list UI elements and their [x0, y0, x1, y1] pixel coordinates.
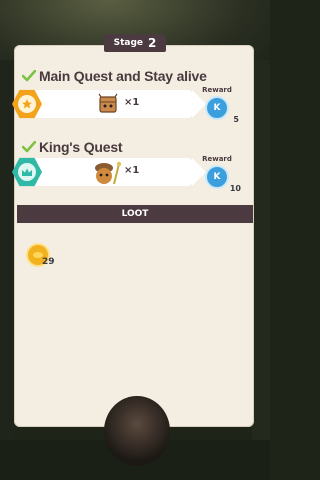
background-left — [0, 60, 14, 480]
stage-number: 2 — [148, 36, 157, 50]
reward-king: Reward K 10 — [197, 155, 241, 193]
loot-header: LOOT — [17, 205, 253, 223]
reward-count: 5 — [233, 115, 239, 124]
reward-token-icon: K 5 — [205, 96, 239, 124]
loot-label: LOOT — [121, 209, 149, 219]
reward-count: 10 — [229, 184, 241, 193]
item-quantity: ×1 — [124, 165, 140, 176]
reward-main: Reward K 5 — [197, 86, 239, 124]
checkmark-icon — [22, 70, 36, 82]
quest-bar-king[interactable]: ×1 — [12, 157, 206, 187]
acorn-warrior-icon — [95, 161, 122, 185]
item-quantity: ×1 — [124, 97, 140, 108]
crate-creature-icon — [98, 93, 118, 113]
reward-label: Reward — [202, 155, 232, 163]
reward-token-letter: K — [213, 103, 221, 113]
stage-tab: Stage 2 — [104, 34, 166, 52]
quest-title-king: King's Quest — [22, 139, 123, 155]
background-right — [252, 60, 270, 480]
quest-title-main: Main Quest and Stay alive — [22, 68, 207, 84]
quest-bar-main[interactable]: ×1 — [12, 89, 206, 119]
quest-title-text: Main Quest and Stay alive — [39, 68, 207, 84]
reward-label: Reward — [202, 86, 232, 94]
character-silhouette — [104, 396, 170, 466]
reward-token-icon: K 10 — [205, 165, 241, 193]
stage-label: Stage — [113, 38, 144, 48]
checkmark-icon — [22, 141, 36, 153]
loot-coin-count: 29 — [42, 257, 55, 267]
reward-token-letter: K — [213, 172, 221, 182]
quest-title-text: King's Quest — [39, 139, 123, 155]
